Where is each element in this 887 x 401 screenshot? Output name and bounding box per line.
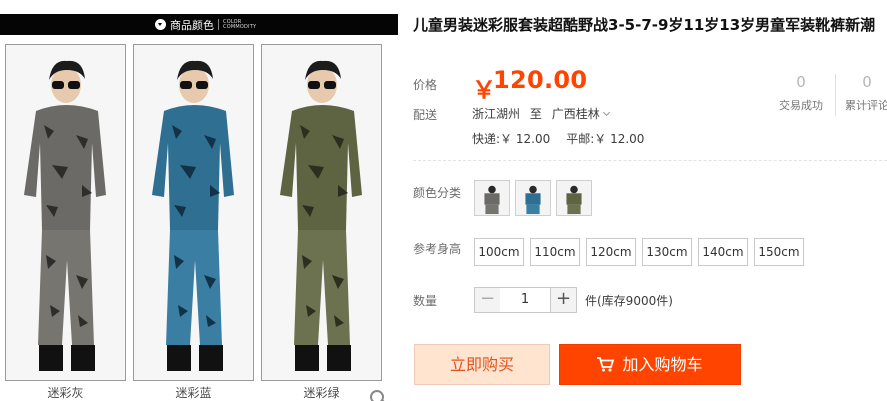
- shipping-route: 浙江湖州 至 广西桂林: [472, 105, 610, 122]
- product-title: 儿童男装迷彩服套装超酷野战3-5-7-9岁11岁13岁男童军装靴裤新潮: [413, 16, 876, 34]
- shopping-cart-icon: [597, 357, 615, 372]
- down-arrow-circle-icon: [155, 19, 166, 30]
- photo-green-camo[interactable]: [261, 44, 382, 381]
- caption-green-camo: 迷彩绿: [303, 386, 340, 400]
- size-label: 参考身高: [413, 242, 462, 256]
- size-option-120[interactable]: 120cm: [586, 238, 636, 266]
- buy-now-button[interactable]: 立即购买: [414, 344, 550, 385]
- size-option-130[interactable]: 130cm: [642, 238, 692, 266]
- product-image-gallery: 商品颜色 COLOR COMMODITY 迷彩灰 迷彩蓝 迷彩绿: [0, 0, 398, 401]
- caption-gray-camo: 迷彩灰: [47, 386, 84, 400]
- product-info-panel: 儿童男装迷彩服套装超酷野战3-5-7-9岁11岁13岁男童军装靴裤新潮 价格 ￥…: [413, 0, 887, 401]
- mail-fee: 平邮:￥ 12.00: [566, 132, 645, 146]
- color-swatch-green[interactable]: [556, 180, 592, 216]
- price-value: 120.00: [493, 66, 588, 94]
- section-divider: [413, 160, 887, 161]
- photo-blue-camo[interactable]: [133, 44, 254, 381]
- quantity-input[interactable]: 1: [500, 287, 550, 313]
- gallery-header-en-line2: COMMODITY: [223, 23, 257, 30]
- stat-reviews-value: 0: [862, 73, 872, 91]
- size-option-140[interactable]: 140cm: [698, 238, 748, 266]
- ship-from: 浙江湖州: [472, 107, 521, 121]
- quantity-label: 数量: [413, 294, 438, 308]
- gallery-header-cn: 商品颜色: [170, 18, 214, 32]
- add-to-cart-label: 加入购物车: [622, 355, 703, 374]
- header-separator: [218, 19, 219, 30]
- stat-divider: [835, 74, 836, 116]
- add-to-cart-button[interactable]: 加入购物车: [559, 344, 741, 385]
- gallery-header-bar: 商品颜色 COLOR COMMODITY: [0, 14, 398, 35]
- photo-gray-camo[interactable]: [5, 44, 126, 381]
- stat-transactions[interactable]: 0 交易成功: [779, 72, 823, 114]
- color-swatch-gray[interactable]: [474, 180, 510, 216]
- color-label: 颜色分类: [413, 186, 462, 200]
- gallery-header-title: 商品颜色 COLOR COMMODITY: [155, 17, 256, 32]
- shipping-fees: 快递:￥ 12.00 平邮:￥ 12.00: [472, 130, 644, 147]
- quantity-decrease-button[interactable]: −: [474, 287, 501, 313]
- shipping-label: 配送: [413, 108, 438, 122]
- size-option-110[interactable]: 110cm: [530, 238, 580, 266]
- color-swatch-blue[interactable]: [515, 180, 551, 216]
- stat-reviews-label: 累计评论: [845, 99, 887, 112]
- price-label: 价格: [413, 78, 438, 92]
- quantity-increase-button[interactable]: +: [550, 287, 577, 313]
- ship-to-selector[interactable]: 广西桂林: [551, 107, 610, 121]
- express-fee: 快递:￥ 12.00: [472, 132, 551, 146]
- stat-transactions-value: 0: [796, 73, 806, 91]
- size-option-100[interactable]: 100cm: [474, 238, 524, 266]
- magnifier-icon[interactable]: [370, 390, 384, 401]
- ship-to: 广西桂林: [551, 107, 600, 121]
- caption-blue-camo: 迷彩蓝: [175, 386, 212, 400]
- stat-reviews[interactable]: 0 累计评论: [845, 72, 887, 114]
- stat-transactions-label: 交易成功: [779, 99, 823, 112]
- stock-info: 件(库存9000件): [585, 294, 673, 308]
- size-option-150[interactable]: 150cm: [754, 238, 804, 266]
- ship-to-word: 至: [529, 107, 542, 121]
- chevron-down-icon: [602, 108, 610, 117]
